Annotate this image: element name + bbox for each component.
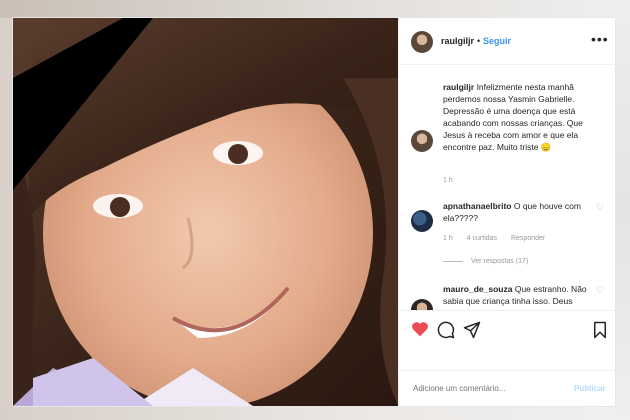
comment-icon[interactable]: [437, 321, 455, 339]
avatar[interactable]: [411, 31, 433, 53]
bookmark-icon[interactable]: [593, 321, 607, 339]
divider: [443, 260, 463, 262]
avatar[interactable]: [411, 130, 433, 152]
share-icon[interactable]: [463, 321, 481, 339]
add-comment-bar: Publicar: [399, 370, 616, 407]
comment-input[interactable]: [411, 383, 565, 394]
post-header: raulgiljr • Seguir •••: [399, 18, 616, 65]
comment-meta: 1 h: [443, 177, 465, 184]
comments-list: raulgiljr Infelizmente nesta manhã perde…: [399, 65, 616, 310]
comment-username[interactable]: mauro_de_souza: [443, 284, 512, 294]
background-ghost-right: [616, 0, 630, 420]
post-photo: [13, 18, 398, 406]
comment-text: apnathanaelbrito O que houve com ela????…: [443, 200, 593, 224]
heart-icon[interactable]: ♡: [596, 202, 604, 213]
list-item: mauro_de_souza Que estranho. Não sabia q…: [411, 283, 606, 310]
comment-meta: 1 h 4 curtidas Responder: [443, 235, 557, 242]
reply-button[interactable]: Responder: [511, 235, 545, 242]
heart-icon[interactable]: ♡: [596, 285, 604, 296]
heart-icon[interactable]: [411, 321, 429, 337]
header-username[interactable]: raulgiljr: [441, 36, 474, 46]
post-sidebar: raulgiljr • Seguir ••• raulgiljr Infeliz…: [398, 18, 616, 406]
header-separator: •: [477, 36, 481, 46]
background-blur-top: [0, 0, 630, 18]
view-replies-label: Ver respostas (17): [471, 258, 529, 265]
instagram-post: raulgiljr • Seguir ••• raulgiljr Infeliz…: [13, 18, 616, 406]
more-options-icon[interactable]: •••: [591, 31, 609, 47]
avatar[interactable]: [411, 299, 433, 310]
comment-time: 1 h: [443, 235, 453, 242]
list-item: raulgiljr Infelizmente nesta manhã perde…: [411, 81, 606, 184]
comment-body: Infelizmente nesta manhã perdemos nossa …: [443, 82, 583, 152]
comment-username[interactable]: raulgiljr: [443, 82, 474, 92]
comment-username[interactable]: apnathanaelbrito: [443, 201, 511, 211]
avatar[interactable]: [411, 210, 433, 232]
comment-text: mauro_de_souza Que estranho. Não sabia q…: [443, 283, 593, 310]
background-blur-bottom: [0, 406, 630, 420]
comment-time: 1 h: [443, 177, 453, 184]
publish-button[interactable]: Publicar: [574, 384, 606, 393]
comment-text: raulgiljr Infelizmente nesta manhã perde…: [443, 81, 591, 153]
follow-button[interactable]: Seguir: [483, 36, 511, 46]
view-replies-button[interactable]: Ver respostas (17): [443, 258, 528, 265]
comment-likes[interactable]: 4 curtidas: [467, 235, 497, 242]
list-item: apnathanaelbrito O que houve com ela????…: [411, 200, 606, 275]
action-bar: [399, 310, 616, 347]
